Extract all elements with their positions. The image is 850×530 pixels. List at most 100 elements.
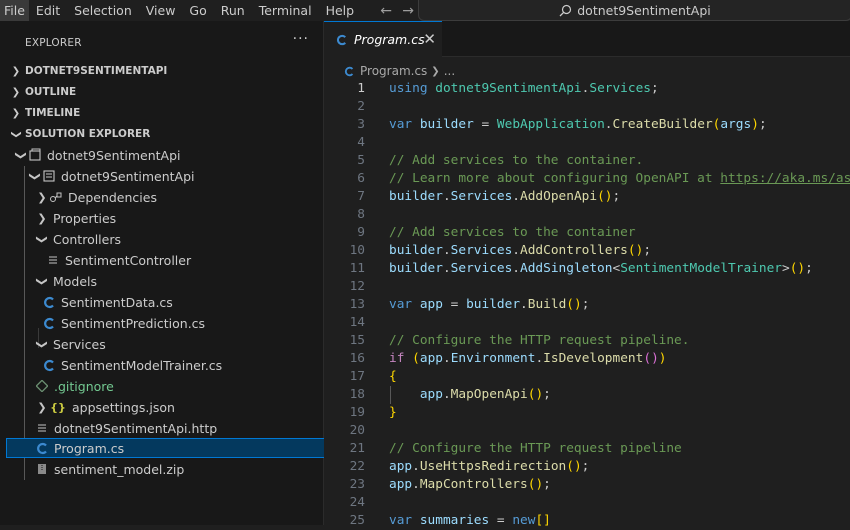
code-line[interactable]: 2 — [324, 98, 850, 116]
code-text: var app = builder.Build(); — [389, 297, 590, 312]
code-line[interactable]: 9 // Add services to the container — [324, 224, 850, 242]
code-line[interactable]: 24 — [324, 494, 850, 512]
tree-item-label: appsettings.json — [72, 399, 175, 415]
tree-item-sentiment-prediction[interactable]: SentimentPrediction.cs — [6, 313, 358, 333]
line-number: 23 — [349, 477, 365, 492]
menu-terminal[interactable]: Terminal — [252, 0, 319, 21]
section-project[interactable]: ❯ DOTNET9SENTIMENTAPI — [0, 61, 323, 81]
tree-item-sentiment-controller[interactable]: SentimentController — [6, 250, 362, 270]
tree-item-project[interactable]: ❯ dotnet9SentimentApi — [6, 166, 344, 186]
code-text: app.MapOpenApi(); — [419, 387, 551, 402]
code-line[interactable]: 4 — [324, 134, 850, 152]
code-line[interactable]: 21 // Configure the HTTP request pipeline — [324, 440, 850, 458]
code-line[interactable]: 18 app.MapOpenApi(); — [324, 386, 850, 404]
code-line[interactable]: 11 builder.Services.AddSingleton<Sentimen… — [324, 260, 850, 278]
breadcrumb-file[interactable]: Program.cs — [360, 64, 427, 78]
command-center-search[interactable]: dotnet9SentimentApi — [418, 0, 850, 21]
more-actions-icon[interactable]: ··· — [293, 31, 309, 47]
chevron-right-icon: ❯ — [37, 400, 47, 414]
line-number: 3 — [357, 117, 365, 132]
code-line[interactable]: 19} — [324, 404, 850, 422]
tree-item-sentiment-data[interactable]: SentimentData.cs — [6, 292, 358, 312]
tab-program-cs[interactable]: Program.cs ✕ — [324, 21, 442, 57]
chevron-right-icon: ❯ — [11, 107, 21, 119]
tree-item-http-file[interactable]: dotnet9SentimentApi.http — [6, 418, 351, 438]
chevron-right-icon: ❯ — [37, 190, 47, 204]
line-number: 10 — [349, 243, 365, 258]
line-number: 4 — [357, 135, 365, 150]
chevron-right-icon: ❯ — [11, 65, 21, 77]
code-line[interactable]: 8 — [324, 206, 850, 224]
forward-arrow-icon[interactable]: → — [397, 3, 419, 19]
tree-item-program[interactable]: Program.cs — [6, 438, 351, 458]
chevron-down-icon: ❯ — [14, 150, 28, 160]
code-line[interactable]: 10 builder.Services.AddControllers(); — [324, 242, 850, 260]
code-text: builder.Services.AddSingleton<SentimentM… — [389, 261, 813, 276]
code-text: // Configure the HTTP request pipeline. — [389, 333, 690, 348]
menu-run[interactable]: Run — [214, 0, 252, 21]
code-text: var builder = WebApplication.CreateBuild… — [389, 117, 767, 132]
menu-file[interactable]: File — [0, 0, 29, 21]
section-solution-explorer[interactable]: ❯ SOLUTION EXPLORER — [0, 124, 323, 144]
tree-item-solution[interactable]: ❯ dotnet9SentimentApi — [6, 145, 330, 165]
tree-item-label: Controllers — [53, 231, 121, 247]
tree-item-models[interactable]: ❯ Models — [6, 271, 351, 291]
tree-item-label: Services — [53, 336, 106, 352]
tree-item-gitignore[interactable]: .gitignore A — [6, 376, 351, 396]
tree-item-model-trainer[interactable]: SentimentModelTrainer.cs — [6, 355, 358, 375]
csharp-file-icon — [344, 66, 354, 76]
back-arrow-icon[interactable]: ← — [375, 3, 397, 19]
tree-item-appsettings[interactable]: ❯ {} appsettings.json — [6, 397, 351, 417]
tree-item-controllers[interactable]: ❯ Controllers — [6, 229, 351, 249]
solution-icon — [28, 148, 42, 162]
chevron-down-icon: ❯ — [35, 234, 49, 244]
menu-edit[interactable]: Edit — [29, 0, 67, 21]
code-line[interactable]: 6 // Learn more about configuring OpenAPI… — [324, 170, 850, 188]
project-icon — [42, 169, 56, 183]
tree-item-model-zip[interactable]: sentiment_model.zip — [6, 459, 351, 479]
tree-item-label: dotnet9SentimentApi — [47, 147, 181, 163]
tree-item-services[interactable]: ❯ Services — [6, 334, 351, 354]
menu-help[interactable]: Help — [319, 0, 362, 21]
json-file-icon: {} — [50, 400, 66, 414]
breadcrumb: Program.cs ❯ ... — [344, 64, 455, 78]
code-line[interactable]: 25 var summaries = new[] — [324, 512, 850, 530]
section-outline[interactable]: ❯ OUTLINE — [0, 82, 323, 102]
code-line[interactable]: 16 if (app.Environment.IsDevelopment()) — [324, 350, 850, 368]
tree-item-label: Program.cs — [54, 440, 125, 456]
menu-selection[interactable]: Selection — [67, 0, 139, 21]
tree-item-label: Models — [53, 273, 98, 289]
command-center-label: dotnet9SentimentApi — [577, 2, 711, 18]
tree-item-dependencies[interactable]: ❯ Dependencies — [6, 187, 351, 207]
code-text: // Add services to the container. — [389, 153, 644, 168]
tree-item-properties[interactable]: ❯ Properties — [6, 208, 351, 228]
code-line[interactable]: 15 // Configure the HTTP request pipeline… — [324, 332, 850, 350]
line-number: 7 — [357, 189, 365, 204]
code-line[interactable]: 22 app.UseHttpsRedirection(); — [324, 458, 850, 476]
line-number: 17 — [349, 369, 365, 384]
close-icon[interactable]: ✕ — [423, 30, 436, 48]
menu-view[interactable]: View — [139, 0, 183, 21]
code-line[interactable]: 7 builder.Services.AddOpenApi(); — [324, 188, 850, 206]
code-line[interactable]: 1 using dotnet9SentimentApi.Services; — [324, 80, 850, 98]
code-line[interactable]: 3 var builder = WebApplication.CreateBuil… — [324, 116, 850, 134]
code-line[interactable]: 14 — [324, 314, 850, 332]
csharp-file-icon — [42, 358, 56, 372]
line-number: 20 — [349, 423, 365, 438]
tab-bar: Program.cs ✕ — [324, 21, 850, 57]
menu-go[interactable]: Go — [182, 0, 213, 21]
dependencies-icon — [49, 190, 63, 204]
line-number: 18 — [349, 387, 365, 402]
code-text: app.UseHttpsRedirection(); — [389, 459, 590, 474]
line-number: 14 — [349, 315, 365, 330]
code-line[interactable]: 17 { — [324, 368, 850, 386]
code-line[interactable]: 12 — [324, 278, 850, 296]
code-line[interactable]: 20 — [324, 422, 850, 440]
breadcrumb-more[interactable]: ... — [444, 64, 455, 78]
code-line[interactable]: 5 // Add services to the container. — [324, 152, 850, 170]
section-solution-label: SOLUTION EXPLORER — [25, 128, 151, 140]
code-line[interactable]: 23 app.MapControllers(); — [324, 476, 850, 494]
code-text: builder.Services.AddControllers(); — [389, 243, 652, 258]
section-timeline[interactable]: ❯ TIMELINE — [0, 103, 323, 123]
code-line[interactable]: 13 var app = builder.Build(); — [324, 296, 850, 314]
